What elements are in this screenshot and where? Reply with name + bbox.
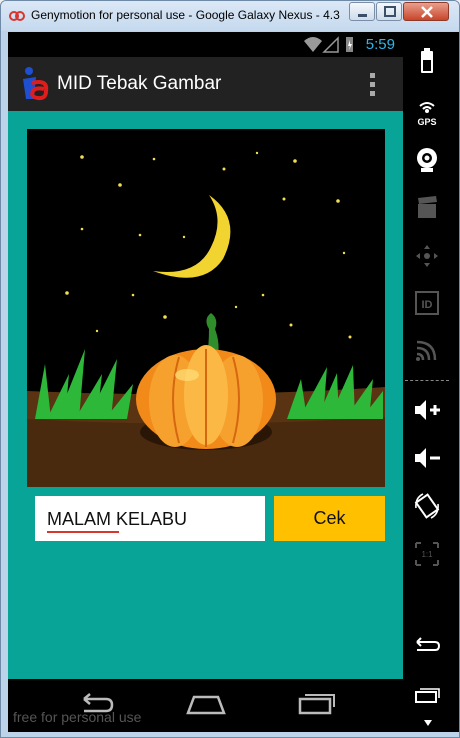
scale-icon[interactable]: 1:1 xyxy=(411,538,443,570)
recent-icon[interactable] xyxy=(411,680,443,712)
toolbar-scroll-down-icon[interactable] xyxy=(423,718,433,728)
emulator-window: Genymotion for personal use - Google Gal… xyxy=(0,0,460,738)
video-icon[interactable] xyxy=(411,192,443,224)
battery-charging-icon xyxy=(346,37,353,52)
volume-up-icon[interactable] xyxy=(411,394,443,426)
toolbar-divider xyxy=(405,380,449,381)
maximize-icon xyxy=(384,6,396,17)
title-bar[interactable]: Genymotion for personal use - Google Gal… xyxy=(1,1,459,31)
gps-icon[interactable]: GPS xyxy=(411,96,443,128)
minimize-icon xyxy=(358,14,367,17)
minimize-button[interactable] xyxy=(349,2,375,21)
overflow-menu-icon[interactable] xyxy=(367,70,377,98)
id-icon[interactable]: ID xyxy=(411,287,443,319)
check-button[interactable]: Cek xyxy=(274,496,385,541)
genymotion-toolbar: GPS ID 1:1 xyxy=(403,32,451,732)
rotate-icon[interactable] xyxy=(411,490,443,522)
content-area: MALAM KELABU Cek xyxy=(8,111,403,679)
spellcheck-underline xyxy=(47,531,119,533)
cast-icon[interactable] xyxy=(411,334,443,366)
answer-input-value: MALAM KELABU xyxy=(47,509,188,529)
svg-text:GPS: GPS xyxy=(417,117,436,127)
toolbar-scrollbar[interactable] xyxy=(451,32,459,732)
svg-text:ID: ID xyxy=(422,299,433,311)
watermark-text: free for personal use xyxy=(13,709,142,725)
recent-apps-icon[interactable] xyxy=(296,689,336,719)
genymotion-icon xyxy=(9,11,25,21)
answer-input[interactable]: MALAM KELABU xyxy=(35,496,265,541)
wifi-icon xyxy=(304,36,339,53)
navigation-bar: free for personal use xyxy=(8,679,403,732)
app-title: MID Tebak Gambar xyxy=(57,73,222,94)
close-button[interactable] xyxy=(403,2,449,21)
status-bar: 5:59 xyxy=(8,32,403,57)
window-title: Genymotion for personal use - Google Gal… xyxy=(31,8,343,22)
night-sky-pumpkin-image xyxy=(27,129,385,487)
close-icon xyxy=(421,6,433,18)
camera-icon[interactable] xyxy=(411,144,443,176)
action-bar: MID Tebak Gambar xyxy=(8,57,403,111)
volume-down-icon[interactable] xyxy=(411,442,443,474)
app-logo-icon xyxy=(23,67,49,101)
home-icon[interactable] xyxy=(186,689,226,719)
back-icon[interactable] xyxy=(411,630,443,662)
maximize-button[interactable] xyxy=(376,2,402,21)
android-screen: 5:59 MID Tebak Gambar MALAM KELABU Cek f… xyxy=(8,32,403,732)
status-clock: 5:59 xyxy=(365,36,395,53)
dpad-icon[interactable] xyxy=(411,240,443,272)
battery-icon[interactable] xyxy=(411,46,443,78)
svg-text:1:1: 1:1 xyxy=(421,550,433,559)
